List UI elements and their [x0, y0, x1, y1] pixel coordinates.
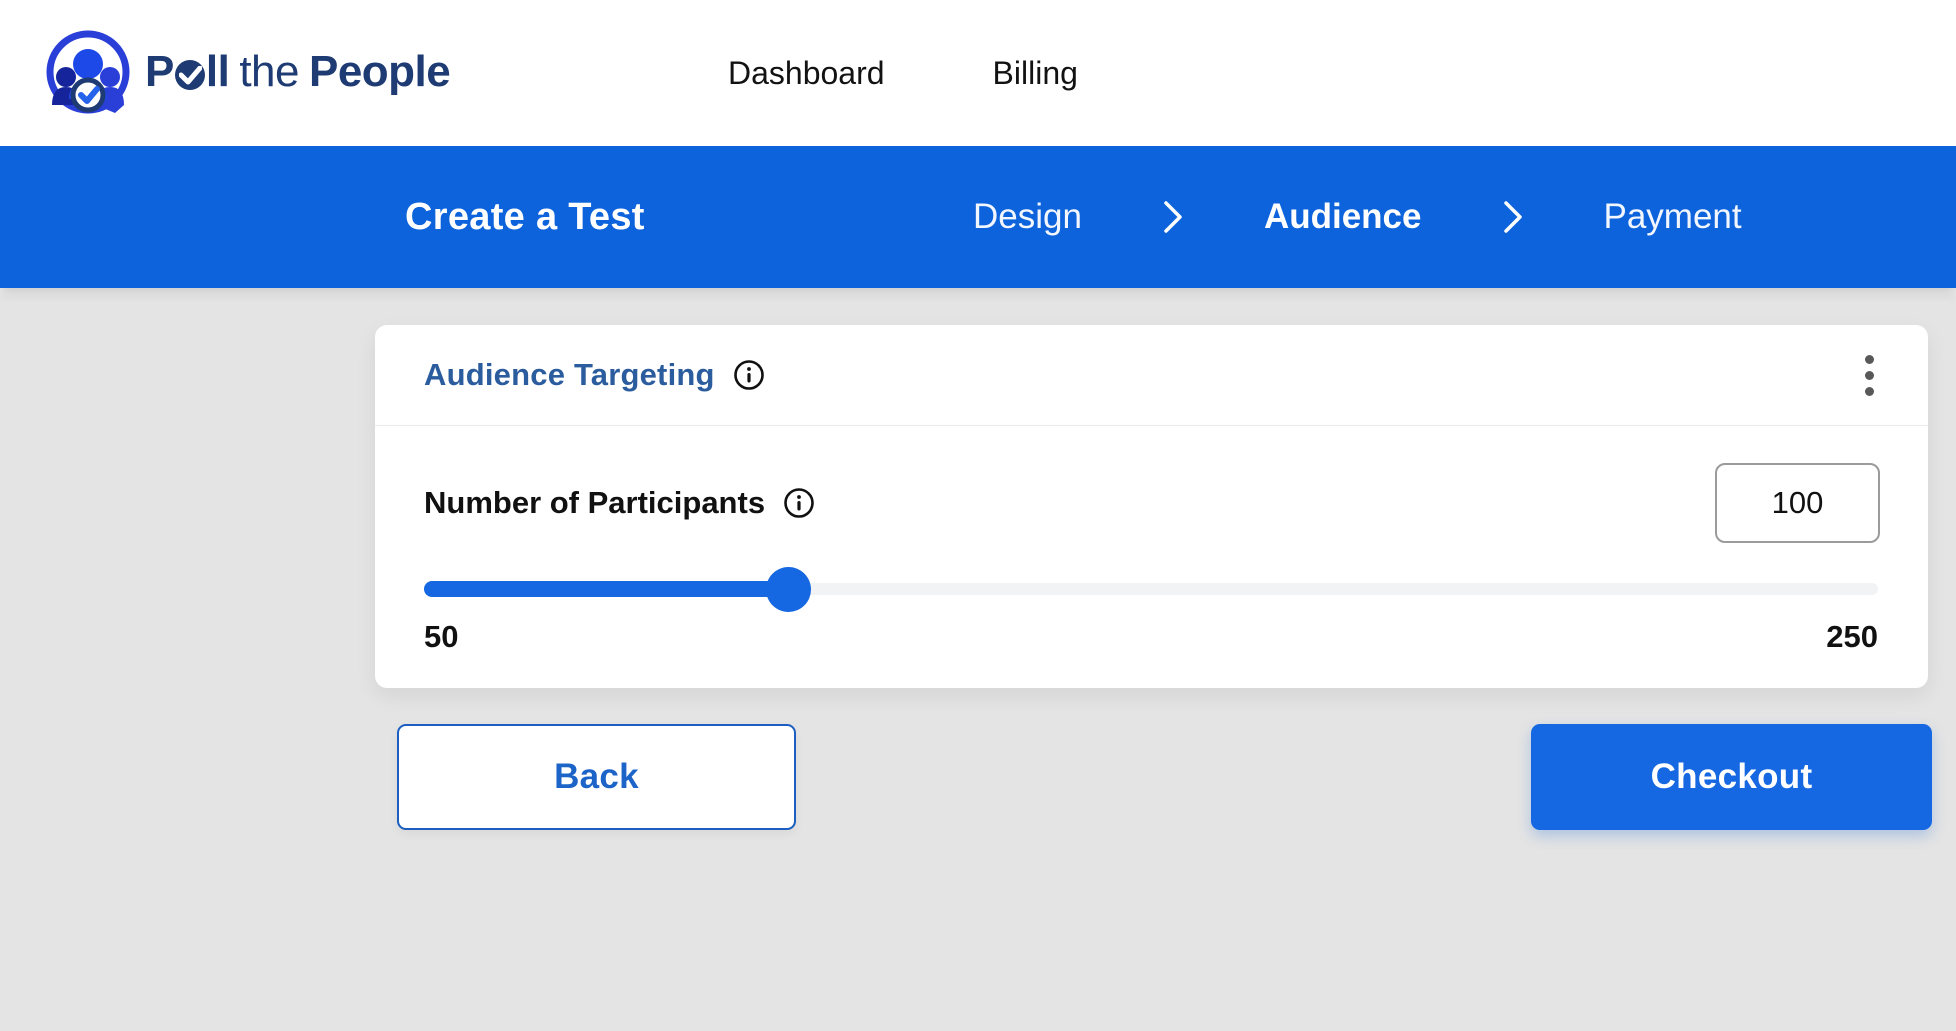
top-header: PllthePeople Dashboard Billing — [0, 0, 1956, 146]
nav-link-billing[interactable]: Billing — [993, 55, 1078, 92]
slider-bounds: 50 250 — [424, 619, 1878, 655]
poll-the-people-logo-icon — [45, 29, 131, 115]
brand-word-people: People — [309, 47, 450, 97]
top-navigation: Dashboard Billing — [728, 0, 1078, 146]
workflow-steps: Design Audience Payment — [973, 146, 1742, 288]
brand-wordmark: PllthePeople — [145, 47, 450, 97]
participants-label-row: Number of Participants — [424, 485, 815, 521]
back-button[interactable]: Back — [397, 724, 796, 830]
checkout-button[interactable]: Checkout — [1531, 724, 1932, 830]
audience-targeting-card: Audience Targeting Number of Participant… — [375, 325, 1928, 688]
workflow-title: Create a Test — [405, 146, 645, 288]
participants-label: Number of Participants — [424, 485, 765, 521]
info-icon[interactable] — [733, 359, 765, 391]
step-audience[interactable]: Audience — [1264, 197, 1422, 237]
card-title: Audience Targeting — [424, 357, 715, 393]
participants-value-input[interactable] — [1715, 463, 1880, 543]
brand-word-the: the — [239, 47, 299, 97]
slider-fill — [424, 581, 788, 597]
step-payment[interactable]: Payment — [1604, 197, 1742, 237]
chevron-right-icon — [1502, 195, 1524, 239]
slider-thumb[interactable] — [766, 567, 811, 612]
participants-slider[interactable] — [424, 581, 1878, 597]
brand-logo[interactable]: PllthePeople — [45, 27, 405, 117]
brand-word-poll-ll: ll — [206, 47, 229, 97]
workflow-bar: Create a Test Design Audience Payment — [0, 146, 1956, 288]
nav-link-dashboard[interactable]: Dashboard — [728, 55, 885, 92]
chevron-right-icon — [1162, 195, 1184, 239]
brand-check-o-icon — [175, 60, 205, 90]
main-content: Audience Targeting Number of Participant… — [0, 288, 1956, 1031]
brand-word-poll-p: P — [145, 47, 174, 97]
info-icon[interactable] — [783, 487, 815, 519]
step-design[interactable]: Design — [973, 197, 1082, 237]
slider-max-label: 250 — [1826, 619, 1878, 655]
card-header: Audience Targeting — [375, 325, 1928, 426]
kebab-menu-icon[interactable] — [1855, 345, 1884, 406]
slider-min-label: 50 — [424, 619, 458, 655]
